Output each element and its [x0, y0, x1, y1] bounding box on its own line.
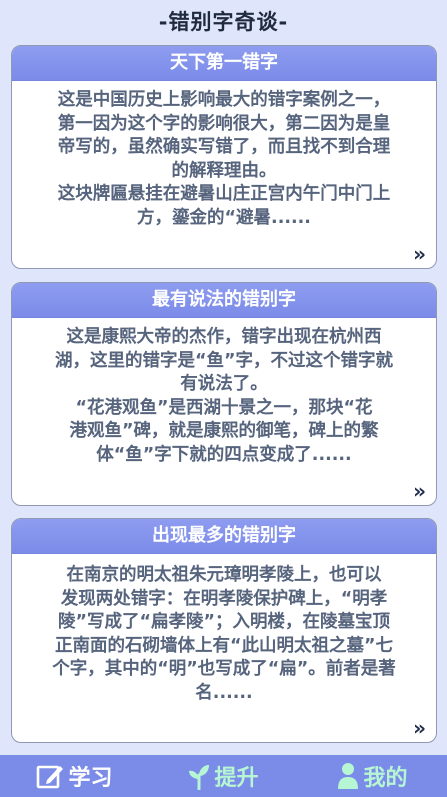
- excerpt-line: “花港观鱼”是西湖十景之一，那块“花: [75, 397, 373, 418]
- excerpt-line: 这块牌匾悬挂在避暑山庄正宫内午门中门上: [57, 184, 391, 204]
- card-excerpt: 这是康熙大帝的杰作，错字出现在杭州西 湖，这里的错字是“鱼”字，不过这个错字就 …: [12, 318, 436, 467]
- excerpt-line: 第一因为这个字的影响很大，第二因为是皇: [57, 113, 391, 134]
- article-card[interactable]: 天下第一错字 这是中国历史上影响最大的错字案例之一， 第一因为这个字的影响很大，…: [11, 45, 437, 269]
- excerpt-line: 港观鱼”碑，就是康熙的御笔，碑上的繁: [69, 421, 379, 441]
- excerpt-line: 帝写的，虽然确实写错了，而且找不到合理: [57, 137, 391, 157]
- excerpt-line: 有说法了。: [180, 374, 268, 394]
- nav-label: 提升: [214, 766, 259, 791]
- excerpt-line: 的解释理由。: [171, 160, 277, 181]
- read-more-icon[interactable]: »: [413, 479, 426, 503]
- card-excerpt: 在南京的明太祖朱元璋明孝陵上，也可以 发现两处错字：在明孝陵保护碑上，“明孝 陵…: [12, 554, 436, 705]
- nav-label: 学习: [68, 766, 113, 791]
- article-card[interactable]: 最有说法的错别字 这是康熙大帝的杰作，错字出现在杭州西 湖，这里的错字是“鱼”字…: [11, 282, 437, 506]
- excerpt-line: 个字，其中的“明”也写成了“扁”。前者是著: [52, 659, 396, 679]
- excerpt-line: 这是中国历史上影响最大的错字案例之一，: [57, 90, 391, 110]
- article-card[interactable]: 出现最多的错别字 在南京的明太祖朱元璋明孝陵上，也可以 发现两处错字：在明孝陵保…: [11, 518, 437, 743]
- excerpt-line: 湖，这里的错字是“鱼”字，不过这个错字就: [54, 350, 393, 371]
- read-more-icon[interactable]: »: [413, 716, 426, 740]
- nav-item-improve[interactable]: 提升: [149, 755, 298, 797]
- read-more-icon[interactable]: »: [413, 242, 426, 266]
- excerpt-line: 在南京的明太祖朱元璋明孝陵上，也可以: [66, 565, 382, 585]
- card-title: 天下第一错字: [12, 46, 436, 81]
- edit-icon: [36, 763, 64, 789]
- excerpt-line: 陵”写成了“扁孝陵”；入明楼，在陵墓宝顶: [57, 612, 390, 632]
- nav-label: 我的: [363, 766, 408, 791]
- card-excerpt: 这是中国历史上影响最大的错字案例之一， 第一因为这个字的影响很大，第二因为是皇 …: [12, 81, 436, 230]
- excerpt-line: 方，鎏金的“避暑......: [137, 207, 311, 228]
- excerpt-line: 正南面的石砌墙体上有“此山明太祖之墓”七: [54, 635, 393, 656]
- card-title: 出现最多的错别字: [12, 519, 436, 554]
- excerpt-line: 体“鱼”字下就的四点变成了......: [96, 444, 352, 465]
- excerpt-line: 发现两处错字：在明孝陵保护碑上，“明孝: [60, 588, 388, 609]
- user-icon: [337, 762, 359, 790]
- excerpt-line: 名......: [195, 682, 253, 703]
- bottom-nav: 学习 提升 我的: [0, 755, 447, 797]
- card-title: 最有说法的错别字: [12, 283, 436, 318]
- nav-item-mine[interactable]: 我的: [298, 755, 447, 797]
- nav-item-learn[interactable]: 学习: [0, 755, 149, 797]
- page-title: -错别字奇谈-: [158, 10, 289, 34]
- excerpt-line: 这是康熙大帝的杰作，错字出现在杭州西: [66, 327, 382, 347]
- sprout-icon: [188, 762, 210, 790]
